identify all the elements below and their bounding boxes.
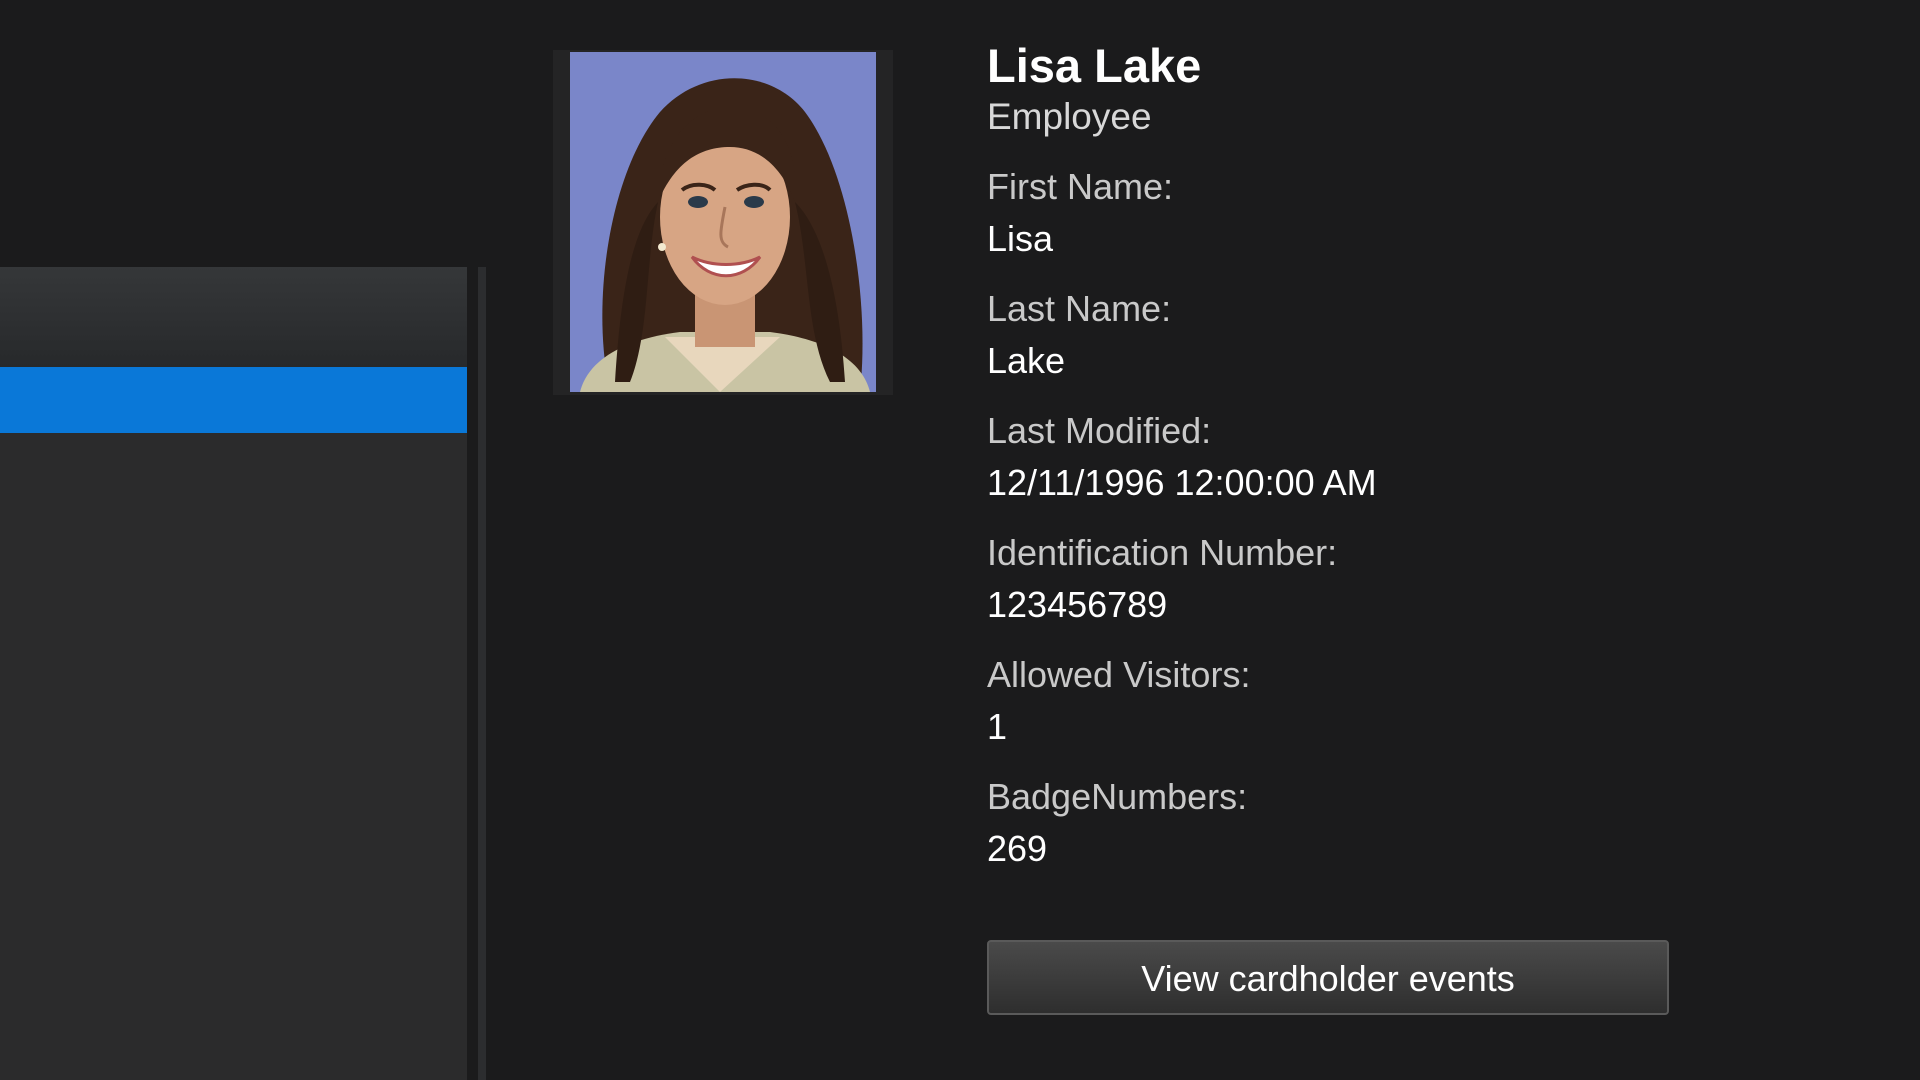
field-value: Lake	[987, 340, 1066, 381]
portrait-image	[570, 52, 876, 392]
view-cardholder-events-button[interactable]: View cardholder events	[987, 940, 1669, 1015]
field-label: Last Modified:	[987, 410, 1212, 451]
field-label: First Name:	[987, 166, 1174, 207]
field-value: 123456789	[987, 584, 1168, 625]
pane-splitter[interactable]	[478, 267, 486, 1080]
cardholder-role: Employee	[987, 96, 1152, 137]
cardholder-details: Lisa Lake Employee First Name: Lisa Last…	[987, 38, 1687, 870]
cardholder-name: Lisa Lake	[987, 39, 1202, 92]
field-label: BadgeNumbers:	[987, 776, 1248, 817]
field-label: Allowed Visitors:	[987, 654, 1251, 695]
list-item-selected[interactable]	[0, 367, 467, 433]
field-value: 269	[987, 828, 1048, 869]
cardholder-photo	[570, 52, 876, 392]
field-value: 1	[987, 706, 1008, 747]
cardholder-window: Lisa Lake Employee First Name: Lisa Last…	[0, 0, 1920, 1080]
field-identification-number: Identification Number: 123456789	[987, 532, 1687, 626]
field-last-name: Last Name: Lake	[987, 288, 1687, 382]
cardholder-list[interactable]	[0, 267, 467, 1080]
field-value: Lisa	[987, 218, 1054, 259]
field-value: 12/11/1996 12:00:00 AM	[987, 462, 1377, 503]
field-first-name: First Name: Lisa	[987, 166, 1687, 260]
field-badge-numbers: BadgeNumbers: 269	[987, 776, 1687, 870]
field-label: Identification Number:	[987, 532, 1338, 573]
field-allowed-visitors: Allowed Visitors: 1	[987, 654, 1687, 748]
list-header	[0, 267, 467, 367]
field-last-modified: Last Modified: 12/11/1996 12:00:00 AM	[987, 410, 1687, 504]
field-label: Last Name:	[987, 288, 1172, 329]
